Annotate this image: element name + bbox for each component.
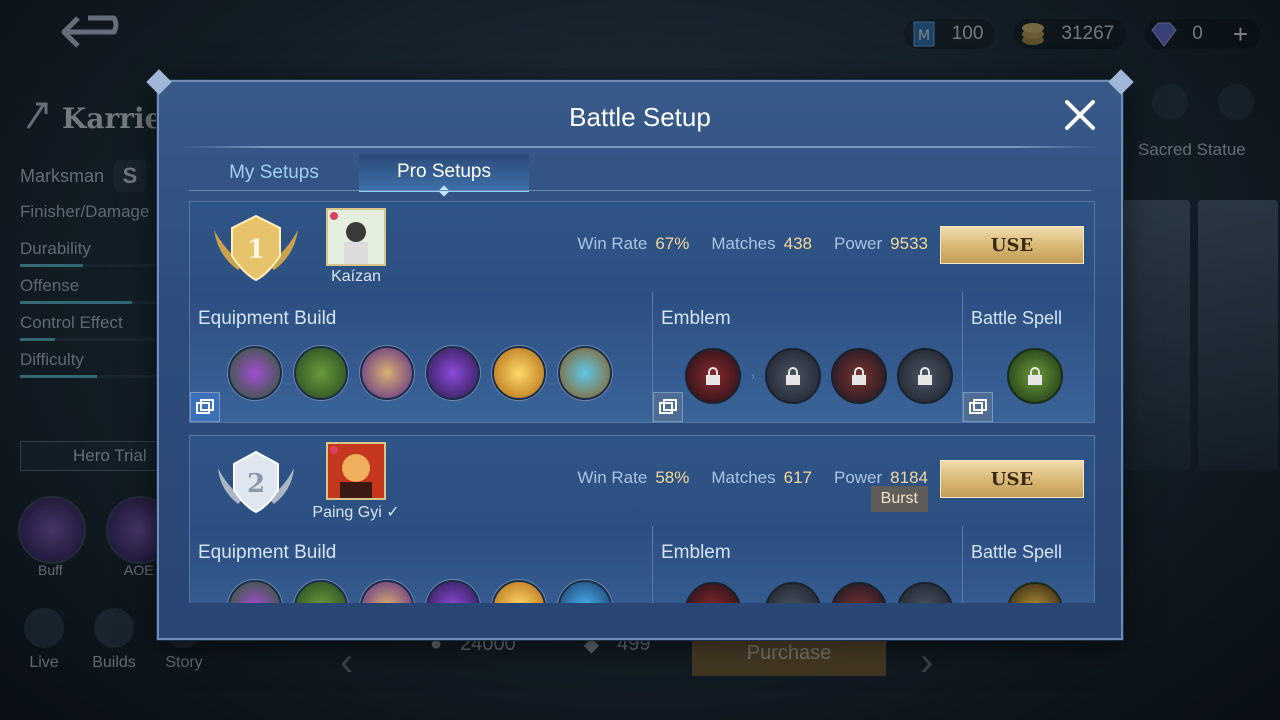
talent-fist-icon[interactable] bbox=[831, 348, 887, 404]
matches: Matches 617 bbox=[711, 468, 812, 487]
use-button[interactable]: USE bbox=[940, 226, 1084, 264]
main-emblem-icon[interactable] bbox=[685, 582, 741, 603]
section-title: Battle Spell bbox=[971, 308, 1063, 328]
talent-wings-icon[interactable] bbox=[897, 348, 953, 404]
dagger-icon[interactable] bbox=[426, 346, 480, 400]
close-icon[interactable] bbox=[1061, 96, 1099, 134]
setup-stats: Win Rate 58% Matches 617 Power 8184 bbox=[577, 468, 928, 488]
talent-fist-icon[interactable] bbox=[831, 582, 887, 603]
setup-card: 1 Kaízan Win Rate 67% Matches 438 Power 953… bbox=[189, 201, 1095, 423]
setups-list[interactable]: 1 Kaízan Win Rate 67% Matches 438 Power 953… bbox=[189, 201, 1095, 603]
player-name: Kaízan bbox=[331, 268, 381, 285]
setup-header: 1 Kaízan Win Rate 67% Matches 438 Power 953… bbox=[190, 202, 1094, 292]
scythe-icon[interactable] bbox=[294, 580, 348, 603]
matches: Matches 438 bbox=[711, 234, 812, 253]
golden-staff-icon[interactable] bbox=[492, 346, 546, 400]
talent-claw-icon[interactable] bbox=[765, 348, 821, 404]
divider bbox=[189, 190, 1091, 191]
boots-icon[interactable] bbox=[228, 346, 282, 400]
wind-sword-icon[interactable] bbox=[558, 346, 612, 400]
emblem-list: › bbox=[685, 582, 953, 603]
emblem-section: Emblem › bbox=[652, 526, 962, 603]
chevron-right-icon: › bbox=[751, 369, 755, 383]
rank-number: 1 bbox=[247, 235, 265, 265]
emblem-list: › bbox=[685, 348, 953, 404]
section-title: Emblem bbox=[661, 308, 731, 329]
setup-card: 2 Paing Gyi ✓ Win Rate 58% Matches 617 Pow… bbox=[189, 435, 1095, 603]
equipment-section: Equipment Build bbox=[190, 526, 652, 603]
battle-setup-dialog: Battle Setup My Setups Pro Setups 1 Kaíz… bbox=[157, 80, 1123, 640]
dialog-title: Battle Setup bbox=[569, 102, 711, 132]
player-name: Paing Gyi ✓ bbox=[312, 504, 400, 521]
item-list bbox=[228, 346, 612, 400]
main-emblem-icon[interactable] bbox=[685, 348, 741, 404]
boots-icon[interactable] bbox=[228, 580, 282, 603]
equipment-section: Equipment Build bbox=[190, 292, 652, 422]
golden-staff-icon[interactable] bbox=[492, 580, 546, 603]
dagger-icon[interactable] bbox=[426, 580, 480, 603]
section-title: Battle Spell bbox=[971, 542, 1063, 562]
copy-build-icon[interactable] bbox=[190, 392, 220, 422]
player-avatar[interactable] bbox=[326, 208, 386, 266]
setup-stats: Win Rate 67% Matches 438 Power 9533 bbox=[577, 234, 928, 254]
build-tag-badge: Burst bbox=[870, 486, 928, 512]
section-title: Equipment Build bbox=[198, 542, 337, 563]
player-avatar[interactable] bbox=[326, 442, 386, 500]
blade-icon[interactable] bbox=[360, 580, 414, 603]
emblem-section: Emblem › bbox=[652, 292, 962, 422]
lock-icon bbox=[786, 367, 800, 385]
tab-pro-setups[interactable]: Pro Setups bbox=[359, 154, 529, 192]
gold-rank-badge-icon: 1 bbox=[208, 212, 304, 284]
setup-tabs: My Setups Pro Setups bbox=[189, 154, 529, 192]
use-button[interactable]: USE bbox=[940, 460, 1084, 498]
rank-number: 2 bbox=[247, 469, 265, 499]
blade-icon[interactable] bbox=[360, 346, 414, 400]
section-title: Emblem bbox=[661, 542, 731, 563]
spell-section: Battle Spell bbox=[962, 526, 1095, 603]
talent-claw-icon[interactable] bbox=[765, 582, 821, 603]
copy-emblem-icon[interactable] bbox=[653, 392, 683, 422]
inspire-icon[interactable] bbox=[1007, 582, 1063, 603]
lock-icon bbox=[918, 367, 932, 385]
power: Power 9533 bbox=[833, 234, 928, 253]
tab-my-setups[interactable]: My Setups bbox=[189, 154, 359, 192]
retribution-icon[interactable] bbox=[1007, 348, 1063, 404]
blue-blade-icon[interactable] bbox=[558, 580, 612, 603]
setup-header: 2 Paing Gyi ✓ Win Rate 58% Matches 617 Pow… bbox=[190, 436, 1094, 526]
divider bbox=[181, 146, 1099, 148]
setup-body: Equipment Build Emblem › bbox=[190, 526, 1094, 603]
item-list bbox=[228, 580, 612, 603]
power: Power 8184 bbox=[833, 468, 928, 487]
scythe-icon[interactable] bbox=[294, 346, 348, 400]
lock-icon bbox=[706, 367, 720, 385]
section-title: Equipment Build bbox=[198, 308, 337, 329]
copy-spell-icon[interactable] bbox=[963, 392, 993, 422]
talent-mask-icon[interactable] bbox=[897, 582, 953, 603]
silver-rank-badge-icon: 2 bbox=[208, 446, 304, 518]
spell-section: Battle Spell bbox=[962, 292, 1095, 422]
lock-icon bbox=[1028, 367, 1042, 385]
win-rate: Win Rate 58% bbox=[577, 468, 690, 487]
setup-body: Equipment Build Emblem › bbox=[190, 292, 1094, 422]
lock-icon bbox=[852, 367, 866, 385]
win-rate: Win Rate 67% bbox=[577, 234, 690, 253]
